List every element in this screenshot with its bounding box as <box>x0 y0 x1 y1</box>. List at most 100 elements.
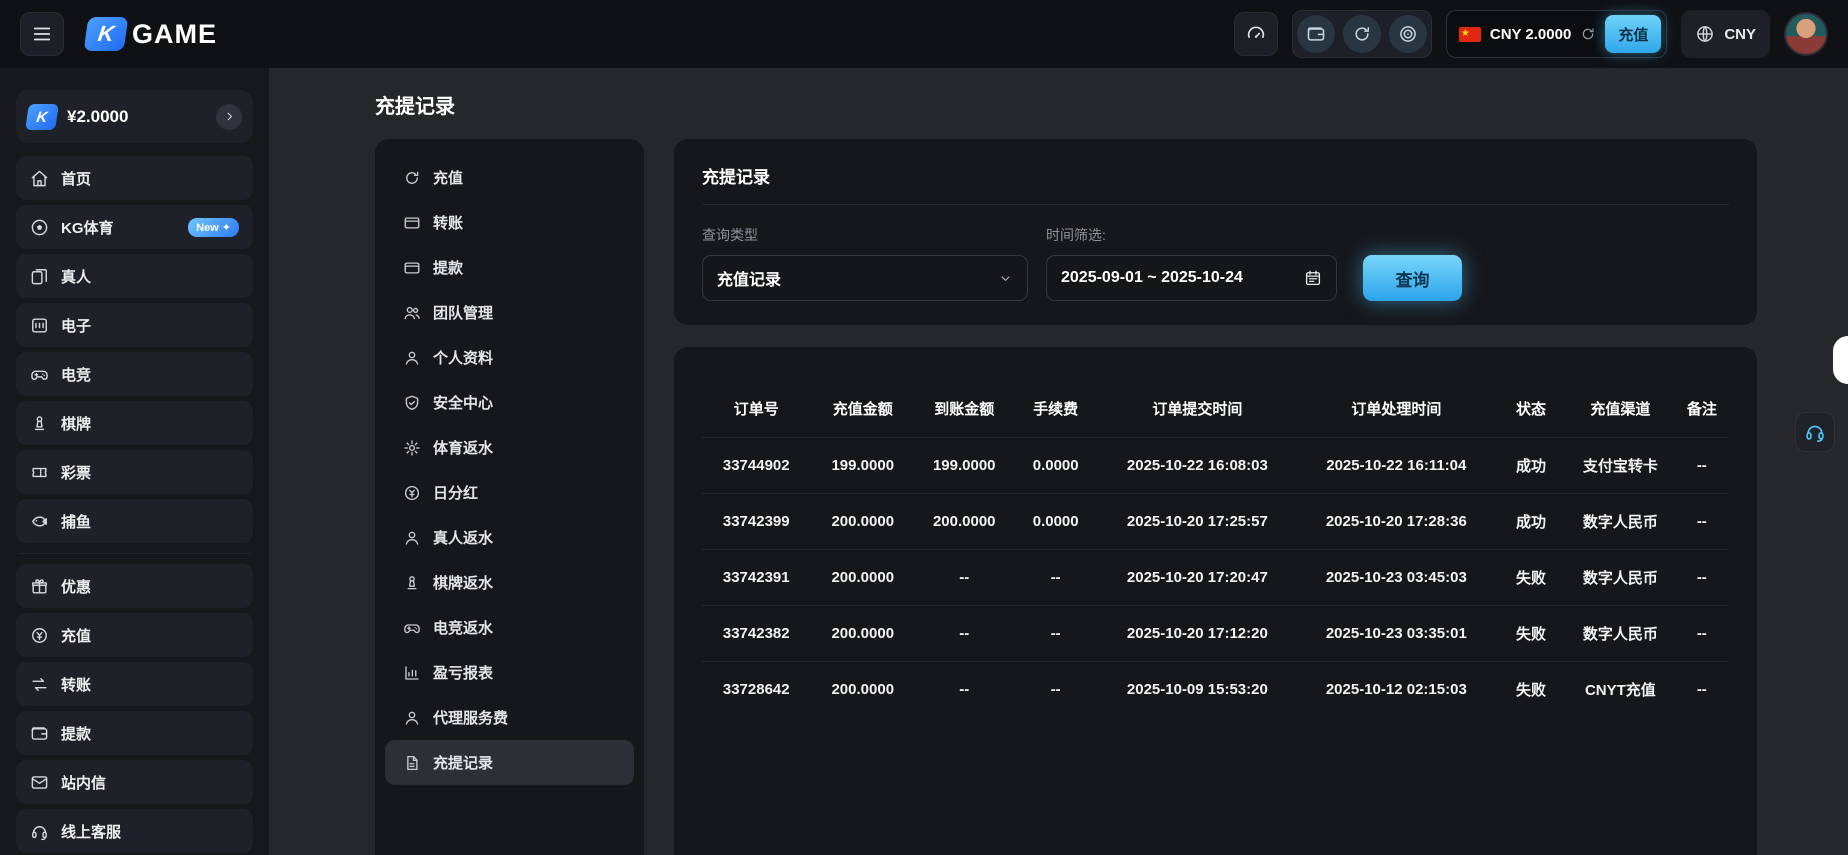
submenu-item-daily-dividend[interactable]: 日分红 <box>385 470 634 515</box>
date-range-value: 2025-09-01 ~ 2025-10-24 <box>1061 269 1243 287</box>
submenu-item-label: 转账 <box>433 212 463 233</box>
hamburger-menu-button[interactable] <box>20 12 64 56</box>
submenu-item-withdraw[interactable]: 提款 <box>385 245 634 290</box>
table-cell: 数字人民币 <box>1566 493 1675 549</box>
table-cell: 200.0000 <box>811 661 916 717</box>
table-cell: -- <box>915 605 1013 661</box>
submenu-item-sports-rebate[interactable]: 体育返水 <box>385 425 634 470</box>
wallet-expand-button[interactable] <box>216 104 242 130</box>
china-flag-icon <box>1459 27 1481 42</box>
submenu-item-deposit-withdraw-records[interactable]: 充提记录 <box>385 740 634 785</box>
table-cell: 2025-10-20 17:28:36 <box>1297 493 1496 549</box>
headset-icon <box>30 822 49 841</box>
table-header-cell: 充值金额 <box>811 381 916 437</box>
refresh-balance-icon[interactable] <box>1580 26 1596 42</box>
submenu-item-chess-rebate[interactable]: 棋牌返水 <box>385 560 634 605</box>
submenu-item-label: 提款 <box>433 257 463 278</box>
top-bar: K GAME CNY 2.0000 充值 CNY <box>0 0 1848 68</box>
globe-icon <box>1695 24 1715 44</box>
vault-button[interactable] <box>1297 15 1335 53</box>
table-cell: 2025-10-23 03:45:03 <box>1297 549 1496 605</box>
sidebar-item-label: 彩票 <box>61 462 91 483</box>
sidebar-item-esports[interactable]: 电竞 <box>16 352 253 396</box>
user-avatar[interactable] <box>1784 12 1828 56</box>
edge-drawer-handle[interactable] <box>1833 336 1848 384</box>
sidebar-item-kg-sports[interactable]: KG体育New ✦ <box>16 205 253 249</box>
sidebar-item-messages[interactable]: 站内信 <box>16 760 253 804</box>
submenu-item-security-center[interactable]: 安全中心 <box>385 380 634 425</box>
header-deposit-button[interactable]: 充值 <box>1605 15 1661 53</box>
table-cell: 199.0000 <box>811 437 916 493</box>
submenu-item-label: 真人返水 <box>433 527 493 548</box>
table-header-cell: 手续费 <box>1013 381 1097 437</box>
table-cell: 33742399 <box>702 493 811 549</box>
sidebar-item-promotions[interactable]: 优惠 <box>16 564 253 608</box>
table-cell: 2025-10-09 15:53:20 <box>1098 661 1297 717</box>
table-header-cell: 订单提交时间 <box>1098 381 1297 437</box>
table-cell: -- <box>915 549 1013 605</box>
wallet-icon <box>30 724 49 743</box>
sidebar-item-deposit[interactable]: 充值 <box>16 613 253 657</box>
exchange-button[interactable] <box>1343 15 1381 53</box>
sidebar-item-online-support[interactable]: 线上客服 <box>16 809 253 853</box>
submenu-item-label: 团队管理 <box>433 302 493 323</box>
brand-logo[interactable]: K GAME <box>86 17 217 51</box>
swap-icon <box>30 675 49 694</box>
wallet-card[interactable]: K ¥2.0000 <box>16 90 253 143</box>
sidebar-item-label: 棋牌 <box>61 413 91 434</box>
sidebar-item-home[interactable]: 首页 <box>16 156 253 200</box>
table-cell: 200.0000 <box>811 605 916 661</box>
submenu-item-agent-fee[interactable]: 代理服务费 <box>385 695 634 740</box>
content-row: 充值转账提款团队管理个人资料安全中心体育返水日分红真人返水棋牌返水电竞返水盈亏报… <box>375 139 1848 855</box>
sidebar-item-live-casino[interactable]: 真人 <box>16 254 253 298</box>
date-range-input[interactable]: 2025-09-01 ~ 2025-10-24 <box>1046 255 1337 301</box>
ball-icon <box>30 218 49 237</box>
calendar-icon[interactable] <box>1304 269 1322 287</box>
chess-icon <box>403 574 421 592</box>
submenu-item-esports-rebate[interactable]: 电竞返水 <box>385 605 634 650</box>
sidebar-item-transfer[interactable]: 转账 <box>16 662 253 706</box>
records-table-card: 订单号充值金额到账金额手续费订单提交时间订单处理时间状态充值渠道备注337449… <box>674 347 1757 855</box>
table-cell: -- <box>1013 661 1097 717</box>
doc-icon <box>403 754 421 772</box>
rebate-button[interactable] <box>1389 15 1427 53</box>
sidebar-item-slots[interactable]: 电子 <box>16 303 253 347</box>
gauge-icon <box>1245 23 1267 45</box>
sidebar-item-lottery[interactable]: 彩票 <box>16 450 253 494</box>
coin-icon <box>403 484 421 502</box>
search-button[interactable]: 查询 <box>1363 255 1462 301</box>
submenu-item-pnl-report[interactable]: 盈亏报表 <box>385 650 634 695</box>
table-cell: 数字人民币 <box>1566 605 1675 661</box>
table-cell: 33742382 <box>702 605 811 661</box>
table-cell: 200.0000 <box>811 493 916 549</box>
time-filter-label: 时间筛选: <box>1046 225 1337 245</box>
table-cell: 数字人民币 <box>1566 549 1675 605</box>
chess-icon <box>30 414 49 433</box>
target-icon <box>1398 24 1418 44</box>
submenu-item-live-rebate[interactable]: 真人返水 <box>385 515 634 560</box>
submenu-item-label: 体育返水 <box>433 437 493 458</box>
table-header-cell: 状态 <box>1496 381 1566 437</box>
currency-selector[interactable]: CNY 2.0000 充值 <box>1446 10 1667 58</box>
floating-support-button[interactable] <box>1795 412 1835 452</box>
submenu-item-team-management[interactable]: 团队管理 <box>385 290 634 335</box>
submenu-item-label: 棋牌返水 <box>433 572 493 593</box>
users-icon <box>403 304 421 322</box>
table-cell: 33742391 <box>702 549 811 605</box>
submenu-item-deposit[interactable]: 充值 <box>385 155 634 200</box>
table-cell: 2025-10-20 17:12:20 <box>1098 605 1297 661</box>
main-content: 充提记录 充值转账提款团队管理个人资料安全中心体育返水日分红真人返水棋牌返水电竞… <box>269 68 1848 855</box>
refresh-icon <box>1352 24 1372 44</box>
language-currency-selector[interactable]: CNY <box>1681 10 1770 58</box>
table-row: 33728642200.0000----2025-10-09 15:53:202… <box>702 661 1729 717</box>
sidebar-item-chess[interactable]: 棋牌 <box>16 401 253 445</box>
sidebar-item-withdraw[interactable]: 提款 <box>16 711 253 755</box>
sidebar-item-fishing[interactable]: 捕鱼 <box>16 499 253 543</box>
user-icon <box>403 349 421 367</box>
speed-button[interactable] <box>1234 12 1278 56</box>
query-type-select[interactable]: 充值记录 <box>702 255 1028 301</box>
submenu-item-transfer[interactable]: 转账 <box>385 200 634 245</box>
submenu-item-profile[interactable]: 个人资料 <box>385 335 634 380</box>
table-cell: -- <box>1675 549 1729 605</box>
chart-icon <box>403 664 421 682</box>
